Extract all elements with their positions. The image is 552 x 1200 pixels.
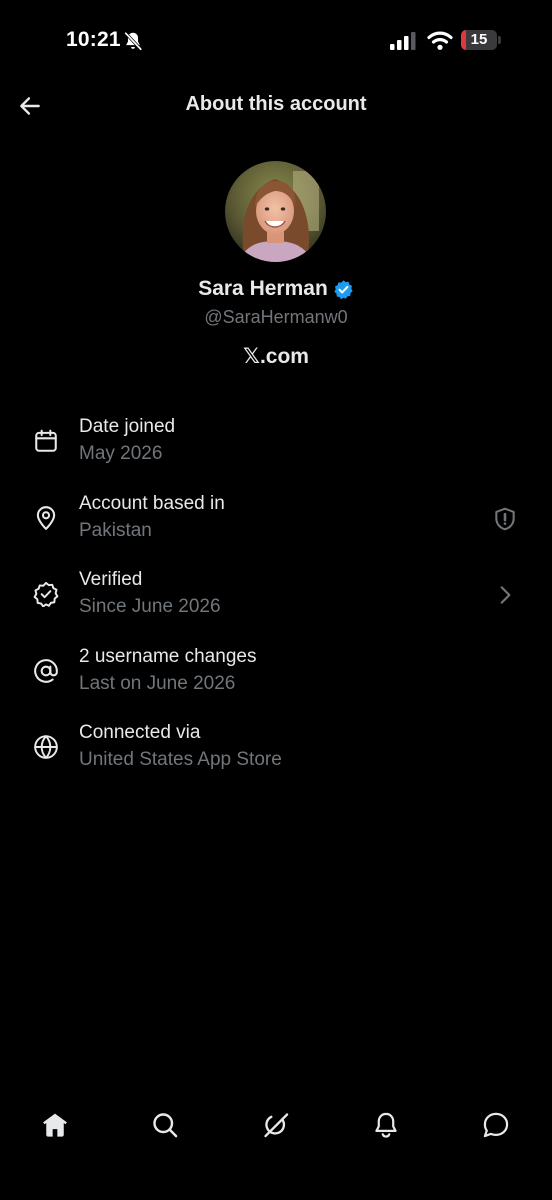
globe-icon bbox=[34, 735, 58, 759]
info-value: Since June 2026 bbox=[79, 596, 221, 617]
cellular-signal-icon bbox=[390, 32, 416, 50]
calendar-icon bbox=[35, 429, 57, 452]
site-label: 𝕏.com bbox=[243, 345, 309, 368]
wifi-icon bbox=[427, 31, 453, 50]
home-icon bbox=[43, 1113, 67, 1137]
search-icon bbox=[153, 1113, 178, 1138]
nav-home[interactable] bbox=[40, 1110, 70, 1140]
location-pin-icon bbox=[36, 505, 56, 530]
battery-nub bbox=[498, 36, 501, 44]
info-title: Connected via bbox=[79, 722, 201, 743]
name-row: Sara Herman bbox=[0, 277, 552, 301]
info-row-username-changes: 2 username changes Last on June 2026 bbox=[0, 634, 552, 711]
info-row-verified[interactable]: Verified Since June 2026 bbox=[0, 557, 552, 634]
nav-search[interactable] bbox=[150, 1110, 180, 1140]
nav-notifications[interactable] bbox=[371, 1110, 401, 1140]
verified-check-icon bbox=[33, 581, 59, 607]
account-handle: @SaraHermanw0 bbox=[204, 307, 348, 327]
avatar[interactable] bbox=[225, 161, 326, 262]
status-bar: 10:21 15 bbox=[0, 0, 552, 82]
info-title: Account based in bbox=[79, 492, 225, 514]
info-value: United States App Store bbox=[79, 749, 282, 770]
info-value: May 2026 bbox=[79, 443, 163, 464]
status-time: 10:21 bbox=[66, 28, 121, 51]
chevron-right-icon[interactable] bbox=[492, 582, 518, 608]
info-value: Pakistan bbox=[79, 519, 152, 541]
info-value: Last on June 2026 bbox=[79, 672, 236, 694]
page-title: About this account bbox=[185, 93, 367, 115]
info-title: Verified bbox=[79, 569, 143, 590]
info-row-date-joined: Date joined May 2026 bbox=[0, 404, 552, 481]
info-row-connected-via: Connected via United States App Store bbox=[0, 710, 552, 787]
account-info-list: Date joined May 2026 Account based in Pa… bbox=[0, 404, 552, 787]
bell-icon bbox=[375, 1112, 397, 1138]
battery-level: 15 bbox=[470, 31, 488, 48]
info-row-account-based-in: Account based in Pakistan bbox=[0, 481, 552, 558]
display-name: Sara Herman bbox=[198, 277, 328, 300]
info-title: Date joined bbox=[79, 416, 176, 437]
message-icon bbox=[483, 1112, 509, 1138]
bottom-nav bbox=[0, 1098, 552, 1158]
battery-indicator: 15 bbox=[461, 30, 497, 50]
shield-alert-icon[interactable] bbox=[492, 506, 518, 532]
at-sign-icon bbox=[34, 658, 58, 683]
nav-messages[interactable] bbox=[481, 1110, 511, 1140]
bell-slash-icon bbox=[124, 32, 142, 51]
info-title: 2 username changes bbox=[79, 645, 257, 667]
grok-icon bbox=[264, 1113, 289, 1138]
verified-badge-icon[interactable] bbox=[333, 279, 354, 300]
nav-grok[interactable] bbox=[261, 1110, 291, 1140]
